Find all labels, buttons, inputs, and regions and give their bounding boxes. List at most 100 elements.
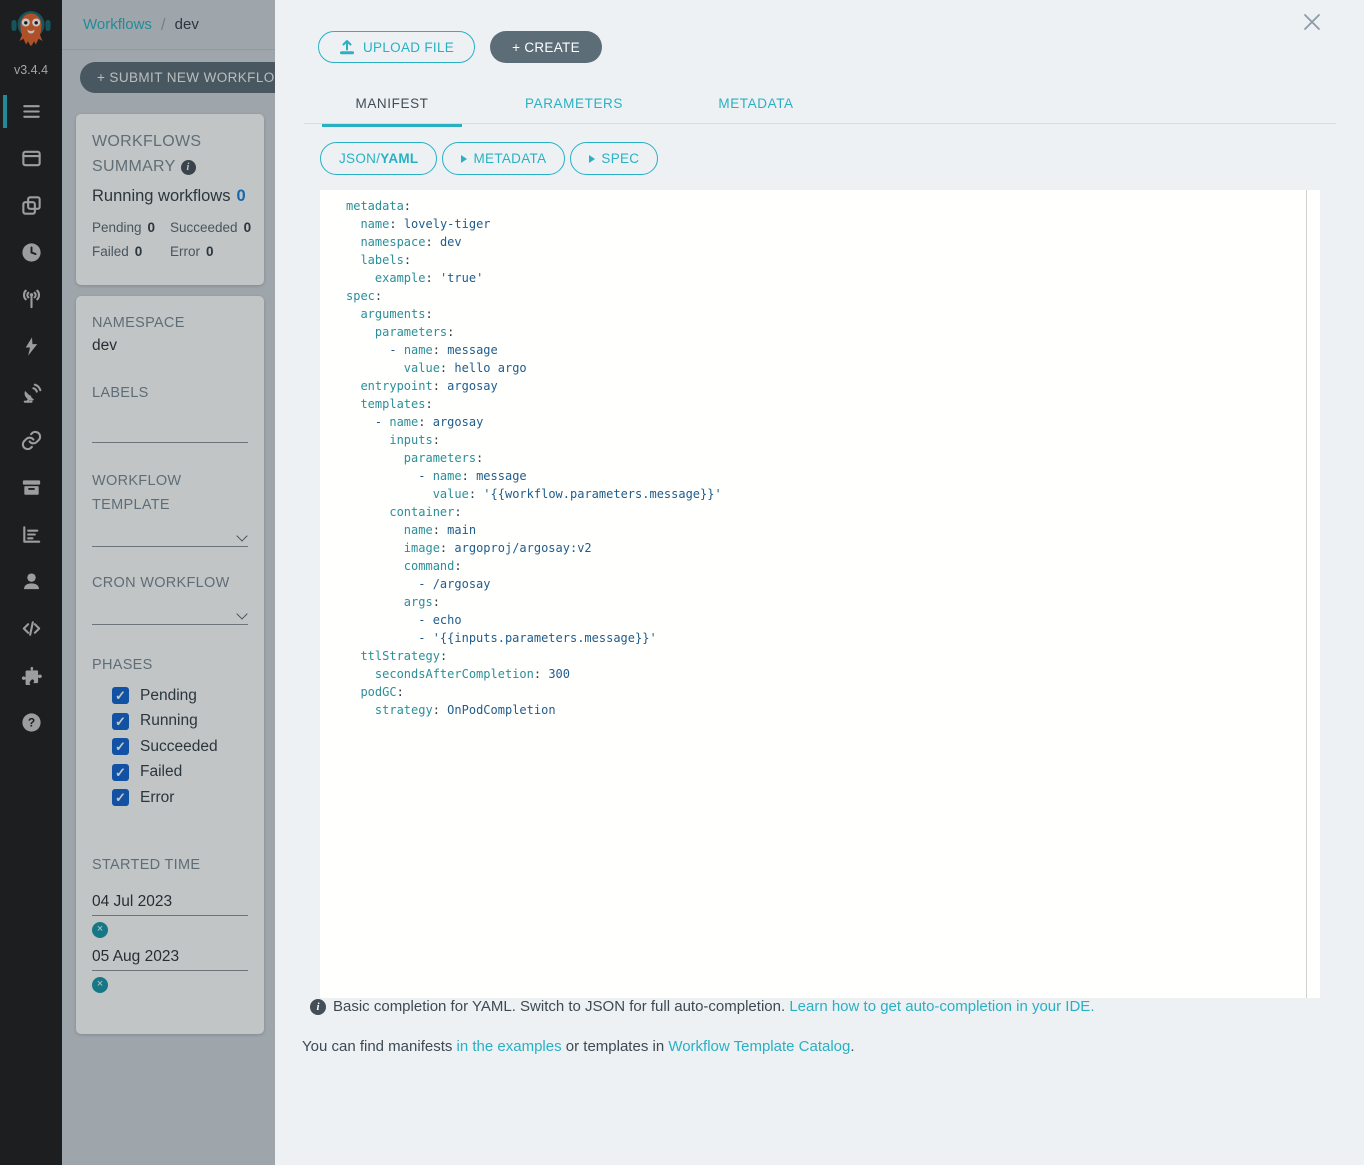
- app-version: v3.4.4: [0, 63, 62, 77]
- rail-item-cluster-workflow-templates[interactable]: [0, 182, 62, 229]
- rail-item-workflow-templates[interactable]: [0, 135, 62, 182]
- clock-icon: [20, 241, 43, 264]
- list-icon: [20, 100, 43, 123]
- phase-running[interactable]: ✓Running: [112, 709, 248, 735]
- labels-label: LABELS: [92, 381, 248, 405]
- start-date-input[interactable]: 04 Jul 2023: [92, 893, 248, 916]
- bolt-icon: [20, 335, 43, 358]
- user-icon: [20, 570, 43, 593]
- tab-metadata[interactable]: METADATA: [686, 88, 826, 127]
- running-workflows-count: 0: [236, 187, 245, 205]
- rail-item-event-bus[interactable]: [0, 417, 62, 464]
- json-yaml-toggle[interactable]: JSON/YAML: [320, 142, 437, 175]
- create-workflow-modal: UPLOAD FILE + CREATE MANIFEST PARAMETERS…: [275, 0, 1364, 1165]
- box-icon: [20, 147, 43, 170]
- metadata-collapse-button[interactable]: METADATA: [442, 142, 565, 175]
- argo-logo[interactable]: v3.4.4: [0, 0, 62, 77]
- namespace-value[interactable]: dev: [92, 335, 248, 357]
- satellite-dish-icon: [20, 382, 43, 405]
- manifest-sources-note: You can find manifests in the examples o…: [302, 1038, 855, 1055]
- tabs-divider: [304, 123, 1336, 124]
- chevron-down-icon: [236, 530, 247, 541]
- upload-file-button[interactable]: UPLOAD FILE: [318, 31, 475, 63]
- phase-failed[interactable]: ✓Failed: [112, 760, 248, 786]
- breadcrumb-workflows-link[interactable]: Workflows: [83, 16, 152, 33]
- breadcrumb-namespace: dev: [175, 16, 199, 33]
- started-time-label: STARTED TIME: [92, 853, 248, 877]
- close-modal-button[interactable]: [1301, 12, 1323, 34]
- rail-item-sensors[interactable]: [0, 370, 62, 417]
- link-icon: [20, 429, 43, 452]
- info-icon[interactable]: i: [181, 160, 196, 175]
- rail-item-cron-workflows[interactable]: [0, 229, 62, 276]
- breadcrumb: Workflows / dev: [62, 0, 275, 50]
- upload-icon: [339, 39, 355, 55]
- modal-toolbar: UPLOAD FILE + CREATE: [318, 31, 602, 63]
- manifest-subcontrols: JSON/YAML METADATA SPEC: [320, 142, 663, 175]
- modal-tabs: MANIFEST PARAMETERS METADATA: [322, 88, 868, 127]
- filters-card: NAMESPACE dev LABELS WORKFLOW TEMPLATE C…: [76, 296, 264, 1034]
- running-workflows-label: Running workflows: [92, 187, 230, 205]
- clear-start-date-button[interactable]: ×: [92, 922, 108, 938]
- left-shell: v3.4.4: [0, 0, 275, 1165]
- help-icon: ?: [20, 711, 43, 734]
- cron-workflow-select[interactable]: [92, 599, 248, 625]
- phase-pending[interactable]: ✓Pending: [112, 683, 248, 709]
- filter-drawer: Workflows / dev + SUBMIT NEW WORKFLOW WO…: [62, 0, 275, 1165]
- checkbox-checked-icon[interactable]: ✓: [112, 687, 129, 704]
- tab-manifest[interactable]: MANIFEST: [322, 88, 462, 127]
- ide-autocompletion-link[interactable]: Learn how to get auto-completion in your…: [789, 998, 1094, 1015]
- editor-scrollbar[interactable]: [1306, 190, 1307, 998]
- chevron-right-icon: [589, 155, 595, 163]
- close-icon: [1302, 12, 1322, 32]
- rail-item-user[interactable]: [0, 558, 62, 605]
- workflow-template-catalog-link[interactable]: Workflow Template Catalog: [668, 1038, 850, 1055]
- copies-icon: [20, 194, 43, 217]
- rail-item-archived-workflows[interactable]: [0, 464, 62, 511]
- rail-nav: ?: [0, 88, 62, 746]
- rail-item-event-flow[interactable]: [0, 276, 62, 323]
- phase-filter-list: ✓Pending ✓Running ✓Succeeded ✓Failed ✓Er…: [112, 683, 248, 811]
- chevron-right-icon: [461, 155, 467, 163]
- yaml-editor-content: metadata: name: lovely-tiger namespace: …: [320, 190, 1320, 719]
- rail-item-events[interactable]: [0, 323, 62, 370]
- archive-icon: [20, 476, 43, 499]
- rail-item-reports[interactable]: [0, 511, 62, 558]
- checkbox-checked-icon[interactable]: ✓: [112, 738, 129, 755]
- argo-octopus-icon: [9, 8, 53, 56]
- svg-text:?: ?: [27, 716, 34, 730]
- workflows-summary-card: WORKFLOWS SUMMARYi Running workflows0 Pe…: [76, 114, 264, 285]
- spec-collapse-button[interactable]: SPEC: [570, 142, 658, 175]
- checkbox-checked-icon[interactable]: ✓: [112, 764, 129, 781]
- breadcrumb-separator: /: [161, 15, 166, 35]
- create-button[interactable]: + CREATE: [490, 31, 602, 63]
- cron-workflow-label: CRON WORKFLOW: [92, 571, 248, 595]
- checkbox-checked-icon[interactable]: ✓: [112, 789, 129, 806]
- chart-icon: [20, 523, 43, 546]
- labels-input[interactable]: [92, 417, 248, 443]
- phase-succeeded[interactable]: ✓Succeeded: [112, 734, 248, 760]
- code-icon: [20, 617, 43, 640]
- puzzle-icon: [20, 664, 43, 687]
- end-date-input[interactable]: 05 Aug 2023: [92, 948, 248, 971]
- stat-error: Error0: [170, 240, 248, 264]
- rail-item-api-docs[interactable]: [0, 605, 62, 652]
- namespace-label: NAMESPACE: [92, 311, 248, 335]
- examples-link[interactable]: in the examples: [457, 1038, 562, 1055]
- rail-item-workflows[interactable]: [0, 88, 62, 135]
- checkbox-checked-icon[interactable]: ✓: [112, 713, 129, 730]
- clear-end-date-button[interactable]: ×: [92, 977, 108, 993]
- completion-hint: i Basic completion for YAML. Switch to J…: [310, 998, 1094, 1015]
- stat-pending: Pending0: [92, 216, 170, 240]
- workflow-template-select[interactable]: [92, 521, 248, 547]
- yaml-editor[interactable]: metadata: name: lovely-tiger namespace: …: [320, 190, 1320, 998]
- summary-stats: Pending0 Succeeded0 Failed0 Error0: [92, 216, 248, 264]
- tab-parameters[interactable]: PARAMETERS: [504, 88, 644, 127]
- phases-label: PHASES: [92, 653, 248, 677]
- phase-error[interactable]: ✓Error: [112, 785, 248, 811]
- broadcast-icon: [20, 288, 43, 311]
- stat-failed: Failed0: [92, 240, 170, 264]
- info-icon: i: [310, 999, 326, 1015]
- rail-item-plugins[interactable]: [0, 652, 62, 699]
- rail-item-help[interactable]: ?: [0, 699, 62, 746]
